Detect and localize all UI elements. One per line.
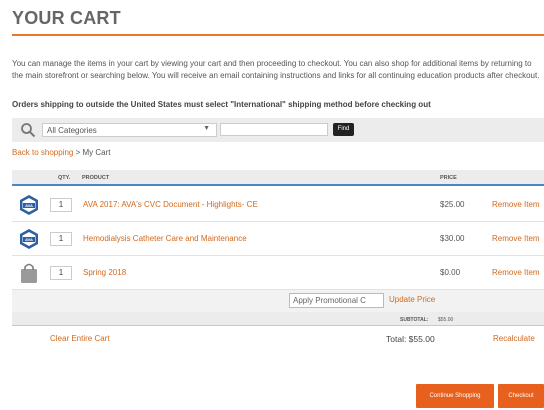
continue-shopping-button[interactable]: Continue Shopping <box>416 384 494 408</box>
breadcrumb-current: My Cart <box>82 148 111 157</box>
search-icon[interactable] <box>20 122 36 138</box>
breadcrumb: Back to shopping > My Cart <box>12 148 111 157</box>
recalculate-link[interactable]: Recalculate <box>493 334 535 343</box>
search-input[interactable] <box>220 123 328 136</box>
page-title: YOUR CART <box>12 8 121 28</box>
intro-text: You can manage the items in your cart by… <box>12 59 540 80</box>
remove-item-link[interactable]: Remove Item <box>492 234 540 243</box>
item-price: $0.00 <box>440 268 461 277</box>
search-bar: All Categories ▼ Find <box>12 118 544 142</box>
checkout-button[interactable]: Checkout <box>498 384 544 408</box>
header-qty: QTY. <box>58 175 71 181</box>
quantity-field[interactable]: 1 <box>50 198 72 212</box>
breadcrumb-back-link[interactable]: Back to shopping <box>12 148 73 157</box>
category-select-value: All Categories <box>47 126 97 135</box>
chevron-down-icon: ▼ <box>203 125 210 132</box>
shipping-notice: Orders shipping to outside the United St… <box>12 100 431 109</box>
item-price: $30.00 <box>440 234 465 243</box>
product-link[interactable]: AVA 2017: AVA's CVC Document - Highlight… <box>83 200 258 209</box>
cart-total: Total: $55.00 <box>386 334 435 344</box>
product-link[interactable]: Spring 2018 <box>83 268 126 277</box>
clear-cart-link[interactable]: Clear Entire Cart <box>50 334 110 343</box>
header-price: PRICE <box>440 175 457 181</box>
remove-item-link[interactable]: Remove Item <box>492 268 540 277</box>
header-product: PRODUCT <box>82 175 110 181</box>
cart-row: AVA 1 Hemodialysis Catheter Care and Mai… <box>12 222 544 256</box>
update-price-button[interactable]: Update Price <box>389 295 435 304</box>
cart-row: AVA 1 AVA 2017: AVA's CVC Document - Hig… <box>12 188 544 222</box>
quantity-field[interactable]: 1 <box>50 232 72 246</box>
product-link[interactable]: Hemodialysis Catheter Care and Maintenan… <box>83 234 247 243</box>
quantity-field[interactable]: 1 <box>50 266 72 280</box>
remove-item-link[interactable]: Remove Item <box>492 200 540 209</box>
ava-logo-icon: AVA <box>20 195 38 215</box>
title-divider <box>12 34 544 36</box>
subtotal-value: $55.00 <box>438 317 454 323</box>
promo-code-input[interactable]: Apply Promotional C <box>289 293 384 308</box>
category-select[interactable]: All Categories ▼ <box>42 123 217 137</box>
shopping-bag-icon <box>21 263 37 283</box>
ava-logo-icon: AVA <box>20 229 38 249</box>
svg-text:AVA: AVA <box>25 203 33 208</box>
breadcrumb-separator: > <box>75 148 81 157</box>
svg-text:AVA: AVA <box>25 237 33 242</box>
promo-row: Apply Promotional C Update Price <box>12 290 544 312</box>
cart-table-header: QTY. PRODUCT PRICE <box>12 170 544 186</box>
find-button[interactable]: Find <box>333 123 354 136</box>
subtotal-bar: SUBTOTAL: $55.00 <box>12 312 544 326</box>
item-price: $25.00 <box>440 200 465 209</box>
subtotal-label: SUBTOTAL: <box>400 317 429 323</box>
cart-row: 1 Spring 2018 $0.00 Remove Item <box>12 256 544 290</box>
